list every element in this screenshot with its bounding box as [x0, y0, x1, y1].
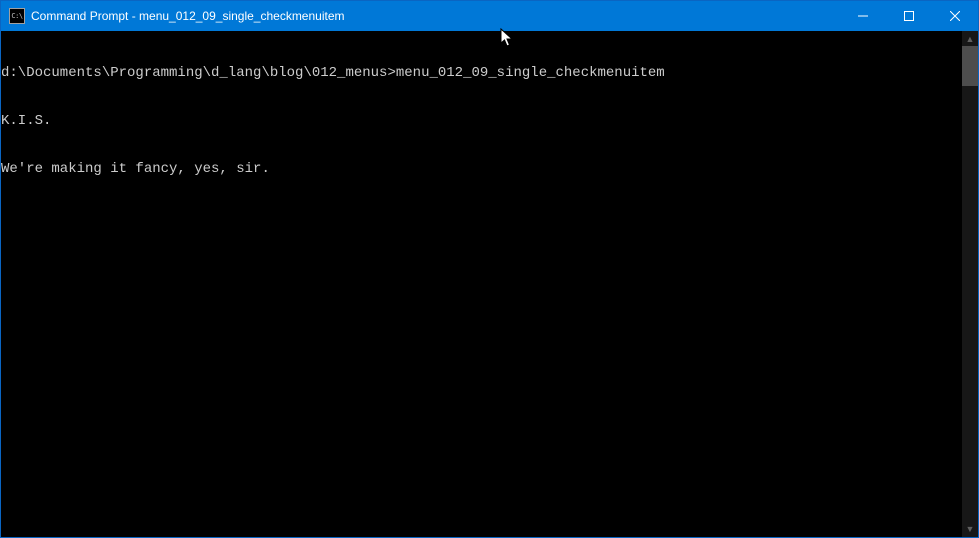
window-title: Command Prompt - menu_012_09_single_chec…: [31, 9, 840, 23]
scroll-thumb[interactable]: [962, 46, 978, 86]
scroll-down-arrow-icon[interactable]: ▼: [962, 521, 978, 537]
client-area: d:\Documents\Programming\d_lang\blog\012…: [1, 31, 978, 537]
vertical-scrollbar[interactable]: ▲ ▼: [962, 31, 978, 537]
cmd-icon: C:\: [9, 8, 25, 24]
maximize-button[interactable]: [886, 1, 932, 31]
console-line: K.I.S.: [1, 113, 962, 129]
cmd-icon-text: C:\: [11, 12, 22, 20]
scroll-up-arrow-icon[interactable]: ▲: [962, 31, 978, 47]
maximize-icon: [904, 11, 914, 21]
minimize-icon: [858, 11, 868, 21]
console-line: We're making it fancy, yes, sir.: [1, 161, 962, 177]
command-prompt-window: C:\ Command Prompt - menu_012_09_single_…: [0, 0, 979, 538]
console-output[interactable]: d:\Documents\Programming\d_lang\blog\012…: [1, 31, 962, 537]
close-button[interactable]: [932, 1, 978, 31]
minimize-button[interactable]: [840, 1, 886, 31]
console-line: d:\Documents\Programming\d_lang\blog\012…: [1, 65, 962, 81]
window-controls: [840, 1, 978, 31]
titlebar[interactable]: C:\ Command Prompt - menu_012_09_single_…: [1, 1, 978, 31]
close-icon: [950, 11, 960, 21]
